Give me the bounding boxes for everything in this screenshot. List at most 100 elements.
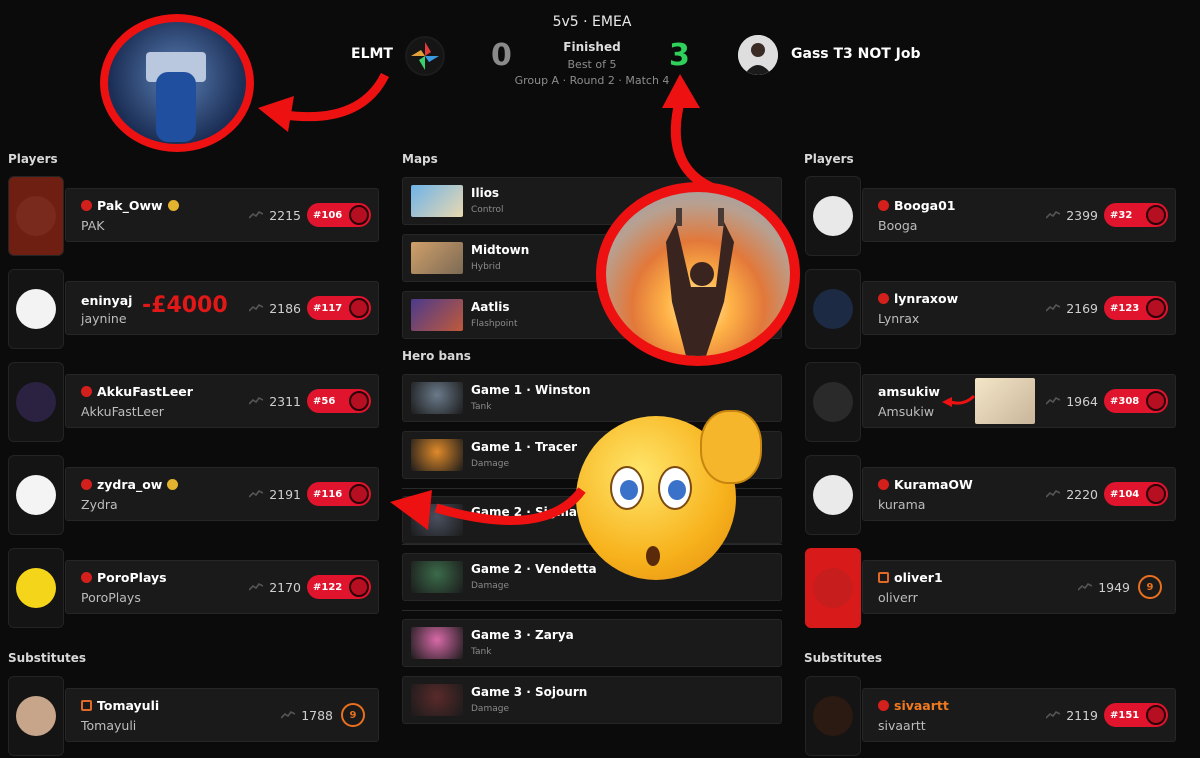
rank-number: #122 [313,581,343,593]
player-avatar-frame[interactable] [805,362,861,442]
player-name[interactable]: zydra_ow [81,477,179,492]
hero-portrait [411,561,463,593]
player-name[interactable]: Booga01 [878,198,955,213]
avatar [16,696,56,736]
rank-tier-icon [81,700,92,711]
rank-number: #106 [313,209,343,221]
player-name[interactable]: amsukiw [878,384,940,399]
hero-role: Damage [471,581,509,591]
player-avatar-frame[interactable] [8,676,64,756]
player-name[interactable]: PoroPlays [81,570,167,585]
player-avatar-frame[interactable] [8,548,64,628]
hero-ban-title: Game 3 · Sojourn [471,685,588,699]
player-avatar-frame[interactable] [8,455,64,535]
player-real-name: kurama [878,497,926,512]
team-right-logo[interactable] [738,35,778,75]
suit-person-icon [738,35,778,75]
rank-dial-icon [349,298,369,318]
trend-icon [249,397,264,405]
avatar [813,196,853,236]
player-name[interactable]: eninyaj [81,293,132,308]
player-name-text: PoroPlays [97,570,167,585]
hero-ban-title: Game 3 · Zarya [471,628,574,642]
rank-dial-icon [1146,205,1166,225]
game-divider [402,610,782,611]
rank-dial-icon [1146,484,1166,504]
rank-number: #56 [313,395,336,407]
player-real-name: sivaartt [878,718,926,733]
player-real-name: Tomayuli [81,718,137,733]
trend-icon [281,711,296,719]
player-name[interactable]: lynraxow [878,291,958,306]
rank-number: #308 [1110,395,1140,407]
map-thumbnail [411,242,463,274]
player-name-text: sivaartt [894,698,949,713]
player-avatar-frame[interactable] [805,455,861,535]
player-real-name: PoroPlays [81,590,141,605]
player-avatar-frame[interactable] [8,176,64,256]
trend-icon [1046,711,1061,719]
rank-number: #32 [1110,209,1133,221]
leaderboard-rank-badge[interactable]: #151 [1104,703,1168,727]
leaderboard-rank-badge[interactable]: #308 [1104,389,1168,413]
hero-ban-row[interactable]: Game 3 · Sojourn Damage [402,676,782,724]
hero-portrait [411,684,463,716]
left-arrow-icon [390,487,586,530]
player-name[interactable]: KuramaOW [878,477,973,492]
avatar [16,289,56,329]
player-name[interactable]: Tomayuli [81,698,159,713]
team-left-name[interactable]: ELMT [351,46,393,62]
leaderboard-rank-badge[interactable]: #116 [307,482,371,506]
meme-thumbnail-overlay [975,378,1035,424]
trend-icon [249,583,264,591]
rank-dial-icon [1146,391,1166,411]
player-name[interactable]: AkkuFastLeer [81,384,193,399]
player-name[interactable]: oliver1 [878,570,943,585]
rank-tier-icon [878,700,889,711]
leaderboard-rank-badge[interactable]: #122 [307,575,371,599]
player-name-text: Tomayuli [97,698,160,713]
player-name[interactable]: Pak_Oww [81,198,179,213]
skill-rating: 2169 [1022,301,1098,316]
leaderboard-rank-badge[interactable]: #32 [1104,203,1168,227]
skill-rating-value: 2311 [269,394,301,409]
hero-ban-title: Game 2 · Vendetta [471,562,597,576]
player-avatar-frame[interactable] [805,676,861,756]
player-avatar-frame[interactable] [8,269,64,349]
leaderboard-rank-badge[interactable]: #56 [307,389,371,413]
rank-tier-icon [81,200,92,211]
scratching-hand-icon [700,410,762,484]
map-thumbnail [411,299,463,331]
freedom-silhouette-overlay [596,182,800,366]
skill-rating: 1949 [1054,580,1130,595]
leaderboard-rank-badge[interactable]: #106 [307,203,371,227]
verified-badge-icon [167,200,179,211]
player-real-name: Booga [878,218,918,233]
verified-badge-icon [167,479,179,490]
leaderboard-rank-badge[interactable]: #117 [307,296,371,320]
trend-icon [1078,583,1093,591]
trend-icon [1046,397,1061,405]
team-right-name[interactable]: Gass T3 NOT Job [791,46,921,62]
hero-ban-title: Game 1 · Winston [471,383,591,397]
hero-portrait [411,382,463,414]
rank-tier-icon [878,293,889,304]
skill-rating: 2311 [225,394,301,409]
trend-icon [1046,211,1061,219]
rank-tier-icon [878,200,889,211]
rank-dial-icon [1146,705,1166,725]
skill-rating-value: 1964 [1066,394,1098,409]
player-avatar-frame[interactable] [805,176,861,256]
avatar [813,289,853,329]
player-avatar-frame[interactable] [805,269,861,349]
player-avatar-frame[interactable] [805,548,861,628]
hero-ban-row[interactable]: Game 2 · Vendetta Damage [402,553,782,601]
player-name[interactable]: sivaartt [878,698,949,713]
team-left-logo[interactable] [405,36,445,76]
hero-ban-row[interactable]: Game 3 · Zarya Tank [402,619,782,667]
leaderboard-rank-badge[interactable]: #123 [1104,296,1168,320]
rank-dial-icon [349,484,369,504]
player-name-text: zydra_ow [97,477,163,492]
leaderboard-rank-badge[interactable]: #104 [1104,482,1168,506]
player-avatar-frame[interactable] [8,362,64,442]
